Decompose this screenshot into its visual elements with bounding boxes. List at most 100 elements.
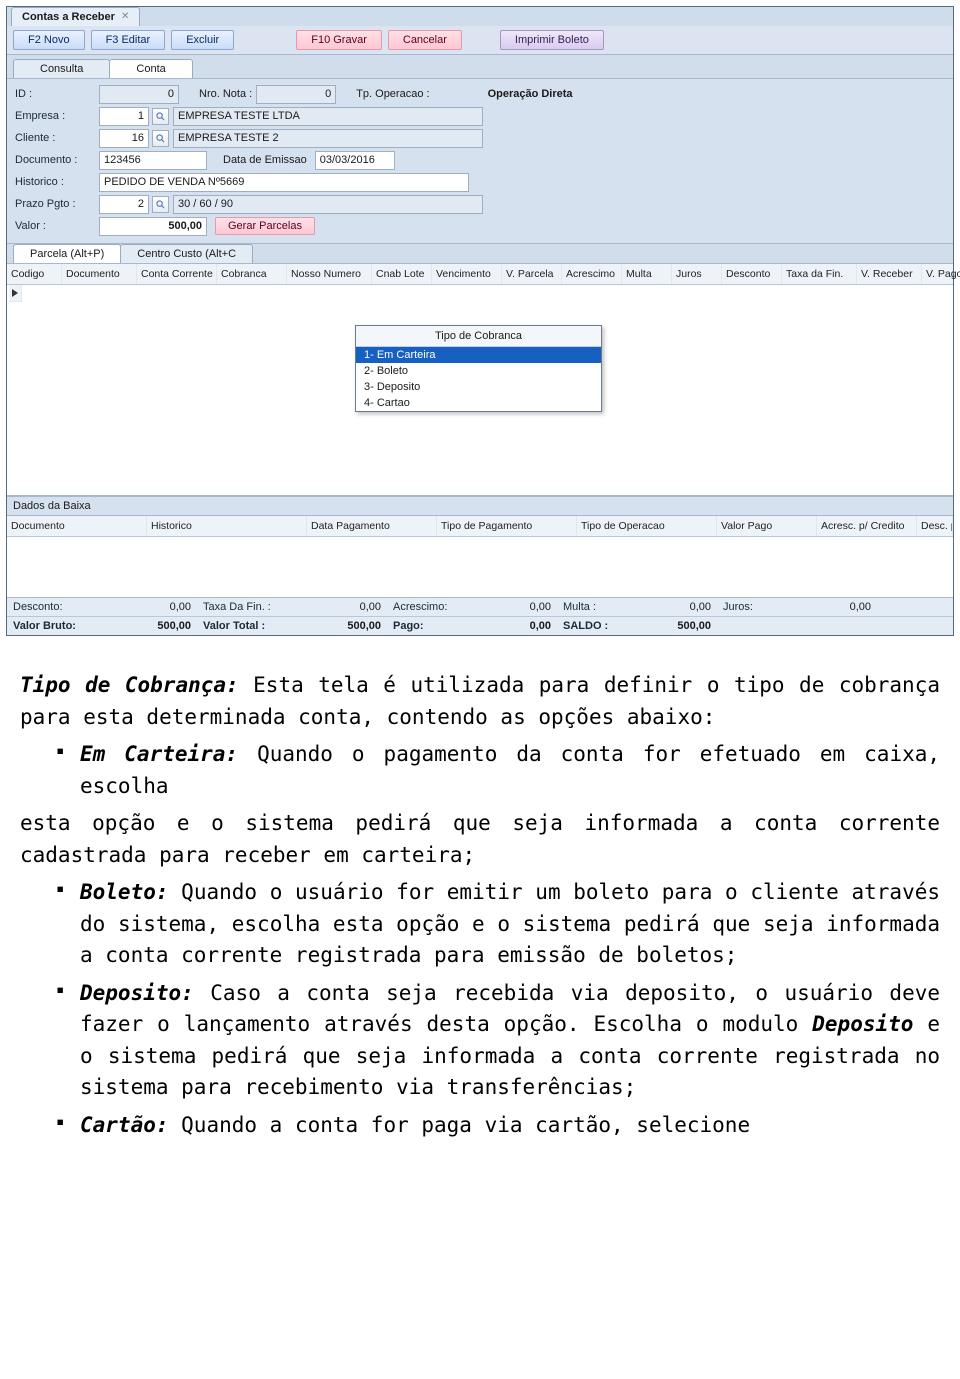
- gravar-button[interactable]: F10 Gravar: [296, 30, 382, 50]
- col-codigo[interactable]: Codigo: [7, 264, 62, 284]
- cliente-nome-field: EMPRESA TESTE 2: [173, 129, 483, 148]
- col-v-parcela[interactable]: V. Parcela: [502, 264, 562, 284]
- col-multa[interactable]: Multa: [622, 264, 672, 284]
- col-desconto[interactable]: Desconto: [722, 264, 782, 284]
- col-v-pago[interactable]: V. Pago: [922, 264, 960, 284]
- prazo-label: Prazo Pgto :: [15, 198, 95, 210]
- data-emissao-label: Data de Emissao: [223, 154, 307, 166]
- id-field: 0: [99, 85, 179, 104]
- col-documento[interactable]: Documento: [7, 516, 147, 536]
- gerar-parcelas-button[interactable]: Gerar Parcelas: [215, 217, 315, 235]
- historico-field[interactable]: PEDIDO DE VENDA Nº5669: [99, 173, 469, 192]
- excluir-button[interactable]: Excluir: [171, 30, 234, 50]
- dropdown-option-cartao[interactable]: 4- Cartao: [356, 395, 601, 411]
- tab-centro-custo[interactable]: Centro Custo (Alt+C: [120, 244, 253, 263]
- lookup-icon[interactable]: [152, 130, 169, 147]
- imprimir-boleto-button[interactable]: Imprimir Boleto: [500, 30, 604, 50]
- saldo-label: SALDO :: [563, 620, 643, 632]
- lookup-icon[interactable]: [152, 108, 169, 125]
- valor-bruto-label: Valor Bruto:: [13, 620, 123, 632]
- cancelar-button[interactable]: Cancelar: [388, 30, 462, 50]
- text-em-carteira-cont: esta opção e o sistema pedirá que seja i…: [20, 808, 940, 871]
- col-valor-pago[interactable]: Valor Pago: [717, 516, 817, 536]
- detail-tabs: Parcela (Alt+P) Centro Custo (Alt+C: [7, 244, 953, 263]
- col-data-pagamento[interactable]: Data Pagamento: [307, 516, 437, 536]
- text-cartao: Quando a conta for paga via cartão, sele…: [169, 1113, 751, 1137]
- empresa-nome-field: EMPRESA TESTE LTDA: [173, 107, 483, 126]
- col-juros[interactable]: Juros: [672, 264, 722, 284]
- nav-tabs: Consulta Conta: [7, 55, 953, 79]
- totals-panel: Desconto: 0,00 Taxa Da Fin. : 0,00 Acres…: [7, 598, 953, 635]
- col-taxa-fin[interactable]: Taxa da Fin.: [782, 264, 857, 284]
- col-acrescimo[interactable]: Acrescimo: [562, 264, 622, 284]
- multa-label: Multa :: [563, 601, 643, 613]
- col-conta-corrente[interactable]: Conta Corrente: [137, 264, 217, 284]
- empresa-label: Empresa :: [15, 110, 95, 122]
- dropdown-option-boleto[interactable]: 2- Boleto: [356, 363, 601, 379]
- col-cobranca[interactable]: Cobranca: [217, 264, 287, 284]
- empresa-id-field[interactable]: 1: [99, 107, 149, 126]
- window-tab-contas-a-receber[interactable]: Contas a Receber ✕: [11, 7, 140, 26]
- prazo-desc-field: 30 / 60 / 90: [173, 195, 483, 214]
- valor-field[interactable]: 500,00: [99, 217, 207, 236]
- close-icon[interactable]: ✕: [121, 12, 129, 22]
- col-cnab-lote[interactable]: Cnab Lote: [372, 264, 432, 284]
- data-emissao-field[interactable]: 03/03/2016: [315, 151, 395, 170]
- baixa-grid-body[interactable]: [7, 537, 953, 598]
- col-desc-credito[interactable]: Desc. p/ Credito: [917, 516, 953, 536]
- list-item: Em Carteira: Quando o pagamento da conta…: [80, 739, 940, 802]
- cliente-id-field[interactable]: 16: [99, 129, 149, 148]
- col-nosso-numero[interactable]: Nosso Numero: [287, 264, 372, 284]
- list-item: Boleto: Quando o usuário for emitir um b…: [80, 877, 940, 972]
- prazo-id-field[interactable]: 2: [99, 195, 149, 214]
- desconto-label: Desconto:: [13, 601, 123, 613]
- col-documento[interactable]: Documento: [62, 264, 137, 284]
- juros-label: Juros:: [723, 601, 803, 613]
- baixa-grid-header: Documento Historico Data Pagamento Tipo …: [7, 516, 953, 537]
- label-deposito: Deposito:: [80, 981, 194, 1005]
- window-tab-label: Contas a Receber: [22, 11, 115, 23]
- taxa-value: 0,00: [313, 601, 393, 613]
- documento-field[interactable]: 123456: [99, 151, 207, 170]
- editar-button[interactable]: F3 Editar: [91, 30, 166, 50]
- col-tipo-pagamento[interactable]: Tipo de Pagamento: [437, 516, 577, 536]
- dropdown-option-em-carteira[interactable]: 1- Em Carteira: [356, 347, 601, 363]
- label-deposito-inline: Deposito: [812, 1012, 913, 1036]
- tab-conta[interactable]: Conta: [109, 59, 192, 78]
- list-item: Cartão: Quando a conta for paga via cart…: [80, 1110, 940, 1142]
- main-toolbar: F2 Novo F3 Editar Excluir F10 Gravar Can…: [7, 26, 953, 55]
- id-label: ID :: [15, 88, 95, 100]
- saldo-value: 500,00: [643, 620, 723, 632]
- tp-operacao-value: Operação Direta: [488, 88, 573, 100]
- col-vencimento[interactable]: Vencimento: [432, 264, 502, 284]
- cliente-label: Cliente :: [15, 132, 95, 144]
- taxa-label: Taxa Da Fin. :: [203, 601, 313, 613]
- dados-baixa-label: Dados da Baixa: [7, 496, 953, 516]
- juros-value: 0,00: [803, 601, 883, 613]
- tipo-cobranca-dropdown[interactable]: Tipo de Cobranca 1- Em Carteira 2- Bolet…: [355, 325, 602, 412]
- valor-total-label: Valor Total :: [203, 620, 313, 632]
- col-tipo-operacao[interactable]: Tipo de Operacao: [577, 516, 717, 536]
- dropdown-option-deposito[interactable]: 3- Deposito: [356, 379, 601, 395]
- tab-parcela[interactable]: Parcela (Alt+P): [13, 244, 121, 263]
- pago-value: 0,00: [483, 620, 563, 632]
- desconto-value: 0,00: [123, 601, 203, 613]
- row-indicator-icon: [9, 285, 22, 302]
- tp-operacao-label: Tp. Operacao :: [356, 88, 429, 100]
- col-historico[interactable]: Historico: [147, 516, 307, 536]
- valor-total-value: 500,00: [313, 620, 393, 632]
- label-boleto: Boleto:: [80, 880, 169, 904]
- parcelas-grid-body[interactable]: Tipo de Cobranca 1- Em Carteira 2- Bolet…: [7, 285, 953, 495]
- text-deposito-a: Caso a conta seja recebida via deposito,…: [80, 981, 940, 1037]
- form-panel: ID : 0 Nro. Nota : 0 Tp. Operacao : Oper…: [7, 79, 953, 244]
- historico-label: Historico :: [15, 176, 95, 188]
- col-v-receber[interactable]: V. Receber: [857, 264, 922, 284]
- novo-button[interactable]: F2 Novo: [13, 30, 85, 50]
- documento-label: Documento :: [15, 154, 95, 166]
- parcelas-grid-header: Codigo Documento Conta Corrente Cobranca…: [7, 264, 953, 285]
- col-acresc-credito[interactable]: Acresc. p/ Credito: [817, 516, 917, 536]
- lookup-icon[interactable]: [152, 196, 169, 213]
- valor-bruto-value: 500,00: [123, 620, 203, 632]
- nro-nota-label: Nro. Nota :: [199, 88, 252, 100]
- tab-consulta[interactable]: Consulta: [13, 59, 110, 78]
